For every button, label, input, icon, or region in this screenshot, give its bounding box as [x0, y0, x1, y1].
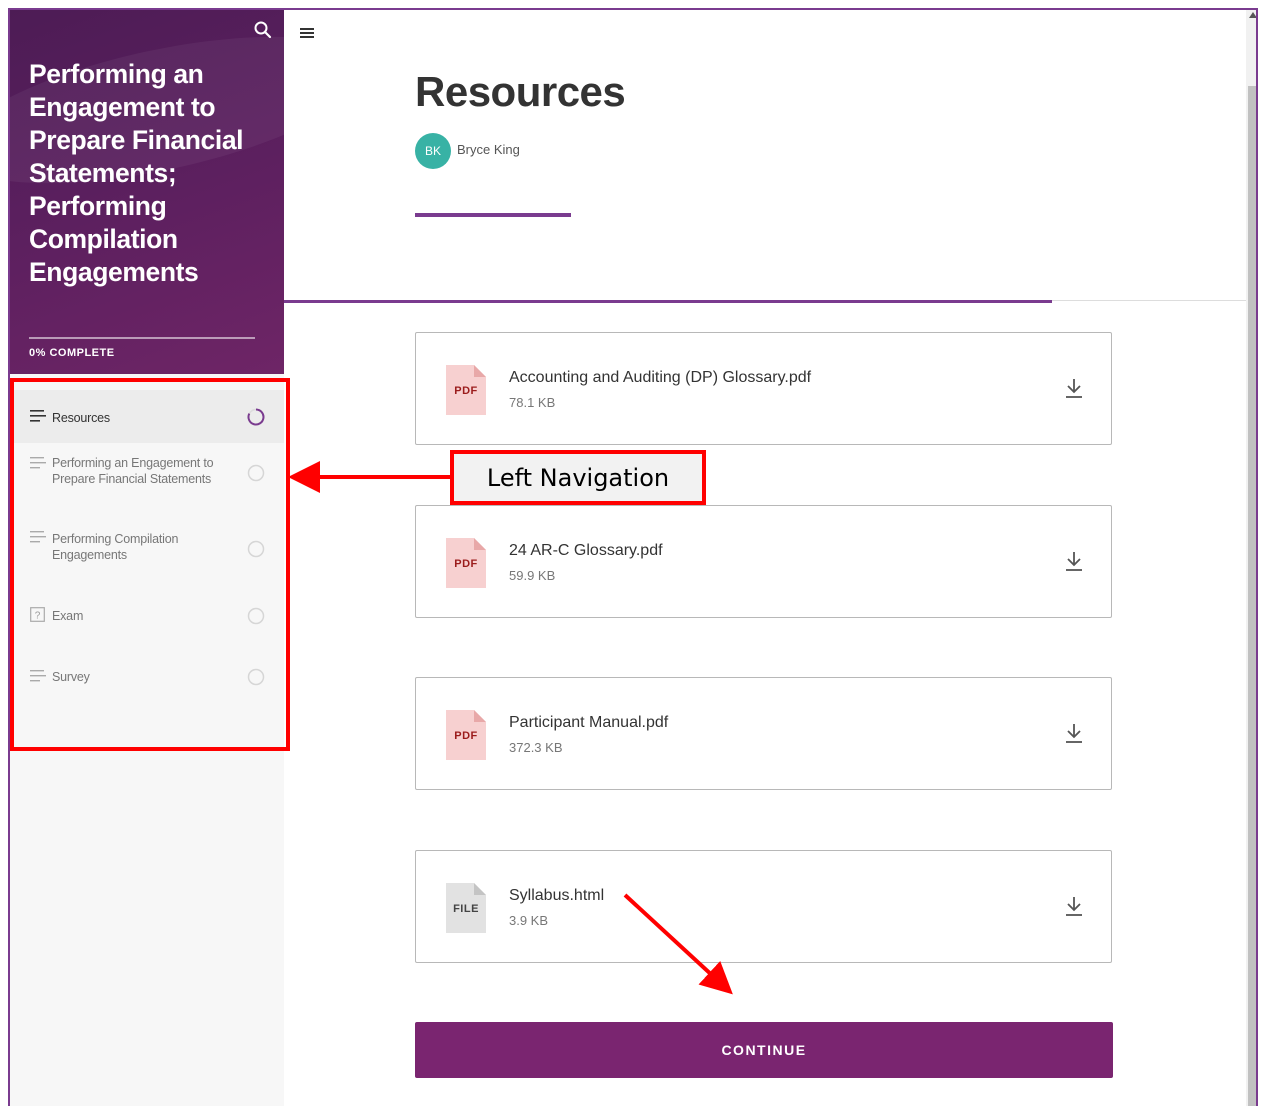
nav-item-compilation-engagements[interactable]: Performing Compilation Engagements [10, 519, 284, 595]
scroll-up-arrow-icon[interactable] [1249, 12, 1256, 18]
annotation-callout: Left Navigation [450, 450, 706, 505]
resource-name: Participant Manual.pdf [509, 714, 669, 731]
search-icon[interactable] [253, 20, 273, 40]
progress-text: 0% COMPLETE [29, 347, 115, 359]
lesson-progress-bar [284, 300, 1052, 303]
nav-item-survey[interactable]: Survey [10, 656, 284, 716]
resource-card[interactable]: PDF 24 AR-C Glossary.pdf 59.9 KB [415, 505, 1112, 618]
resource-name: 24 AR-C Glossary.pdf [509, 542, 663, 559]
question-box-icon: ? [30, 607, 45, 622]
resource-size: 78.1 KB [509, 395, 556, 410]
nav-item-label: Performing Compilation Engagements [52, 532, 179, 562]
lesson-lines-icon [30, 457, 46, 469]
resource-size: 59.9 KB [509, 568, 556, 583]
download-icon[interactable] [1064, 550, 1084, 572]
download-icon[interactable] [1064, 895, 1084, 917]
pdf-file-icon: PDF [446, 710, 486, 760]
download-icon[interactable] [1064, 722, 1084, 744]
not-started-icon [247, 607, 265, 625]
not-started-icon [247, 464, 265, 482]
resource-card[interactable]: FILE Syllabus.html 3.9 KB [415, 850, 1112, 963]
hamburger-menu-icon[interactable] [300, 26, 318, 40]
resource-name: Accounting and Auditing (DP) Glossary.pd… [509, 369, 812, 386]
lesson-lines-icon [30, 410, 46, 422]
resource-size: 3.9 KB [509, 913, 549, 928]
resource-name: Syllabus.html [509, 887, 605, 904]
pdf-file-icon: PDF [446, 538, 486, 588]
lesson-nav: Resources Performing an Engagement to Pr… [10, 390, 284, 716]
resource-card[interactable]: PDF Accounting and Auditing (DP) Glossar… [415, 332, 1112, 445]
course-title: Performing an Engagement to Prepare Fina… [29, 59, 244, 287]
not-started-icon [247, 540, 265, 558]
app-window: Performing an Engagement to Prepare Fina… [8, 8, 1258, 1106]
nav-item-exam[interactable]: ? Exam [10, 595, 284, 656]
continue-button[interactable]: CONTINUE [415, 1022, 1113, 1078]
sidebar: Performing an Engagement to Prepare Fina… [10, 10, 284, 1106]
svg-text:?: ? [35, 611, 41, 622]
generic-file-icon: FILE [446, 883, 486, 933]
course-header: Performing an Engagement to Prepare Fina… [10, 10, 284, 374]
avatar: BK [415, 133, 451, 169]
nav-item-resources[interactable]: Resources [10, 390, 284, 443]
scrollbar-thumb[interactable] [1248, 86, 1256, 1106]
lesson-lines-icon [30, 670, 46, 682]
resource-card[interactable]: PDF Participant Manual.pdf 372.3 KB [415, 677, 1112, 790]
main-content: Resources BK Bryce King PDF Accounting a… [284, 10, 1246, 1106]
resource-size: 372.3 KB [509, 740, 563, 755]
nav-item-preparation-engagement[interactable]: Performing an Engagement to Prepare Fina… [10, 443, 284, 519]
scrollbar[interactable] [1246, 10, 1256, 1106]
pdf-file-icon: PDF [446, 365, 486, 415]
lesson-lines-icon [30, 531, 46, 543]
page-title: Resources [415, 68, 626, 115]
nav-item-label: Resources [52, 411, 110, 425]
title-underline [415, 213, 571, 217]
nav-item-label: Survey [52, 670, 90, 684]
progress-bar [29, 337, 255, 339]
author-name: Bryce King [457, 142, 520, 157]
download-icon[interactable] [1064, 377, 1084, 399]
nav-item-label: Exam [52, 609, 84, 623]
nav-item-label: Performing an Engagement to Prepare Fina… [52, 456, 214, 486]
not-started-icon [247, 668, 265, 686]
in-progress-icon [247, 408, 265, 426]
